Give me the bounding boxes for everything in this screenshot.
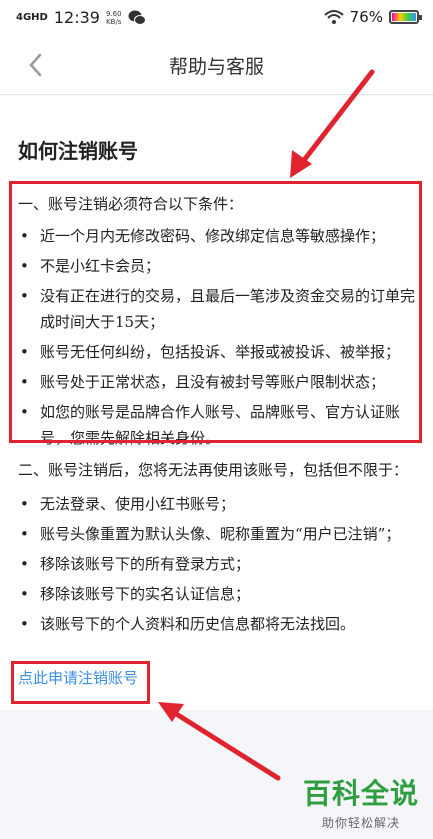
consequences-list: 无法登录、使用小红书账号； 账号头像重置为默认头像、昵称重置为“用户已注销”； … [18, 491, 416, 637]
list-item: 无法登录、使用小红书账号； [18, 491, 416, 517]
battery-icon [389, 10, 422, 24]
wechat-icon [128, 10, 146, 25]
list-item: 移除该账号下的实名认证信息； [18, 581, 416, 607]
watermark-logo-text: 百科全说 [303, 777, 420, 810]
signal-indicator: 4GHD [16, 11, 48, 23]
list-item: 账号头像重置为默认头像、昵称重置为“用户已注销”； [18, 521, 416, 547]
watermark-slogan: 助你轻松解决 [321, 816, 400, 830]
nav-bar: 帮助与客服 [0, 36, 433, 95]
status-bar: 4GHD 12:39 9.60 KB/s 76% [0, 0, 433, 36]
list-item: 该账号下的个人资料和历史信息都将无法找回。 [18, 611, 416, 637]
consequences-heading: 二、账号注销后，您将无法再使用该账号，包括但不限于： [18, 461, 409, 479]
network-speed-value: 9.60 [105, 9, 122, 18]
clock: 12:39 [53, 8, 100, 27]
arrow-to-link [158, 702, 281, 781]
wifi-icon [323, 10, 344, 24]
network-speed-unit: KB/s [106, 17, 122, 26]
battery-percent: 76% [349, 8, 383, 26]
watermark: 百科全说 助你轻松解决 [303, 772, 419, 831]
consequences-section: 二、账号注销后，您将无法再使用该账号，包括但不限于： 无法登录、使用小红书账号；… [18, 457, 416, 641]
network-speed: 9.60 KB/s [106, 10, 122, 26]
list-item: 移除该账号下的所有登录方式； [18, 551, 416, 577]
highlight-box-link [11, 661, 150, 704]
page-header-title: 帮助与客服 [168, 56, 264, 78]
article-title: 如何注销账号 [18, 139, 138, 163]
highlight-box-conditions [9, 181, 422, 443]
